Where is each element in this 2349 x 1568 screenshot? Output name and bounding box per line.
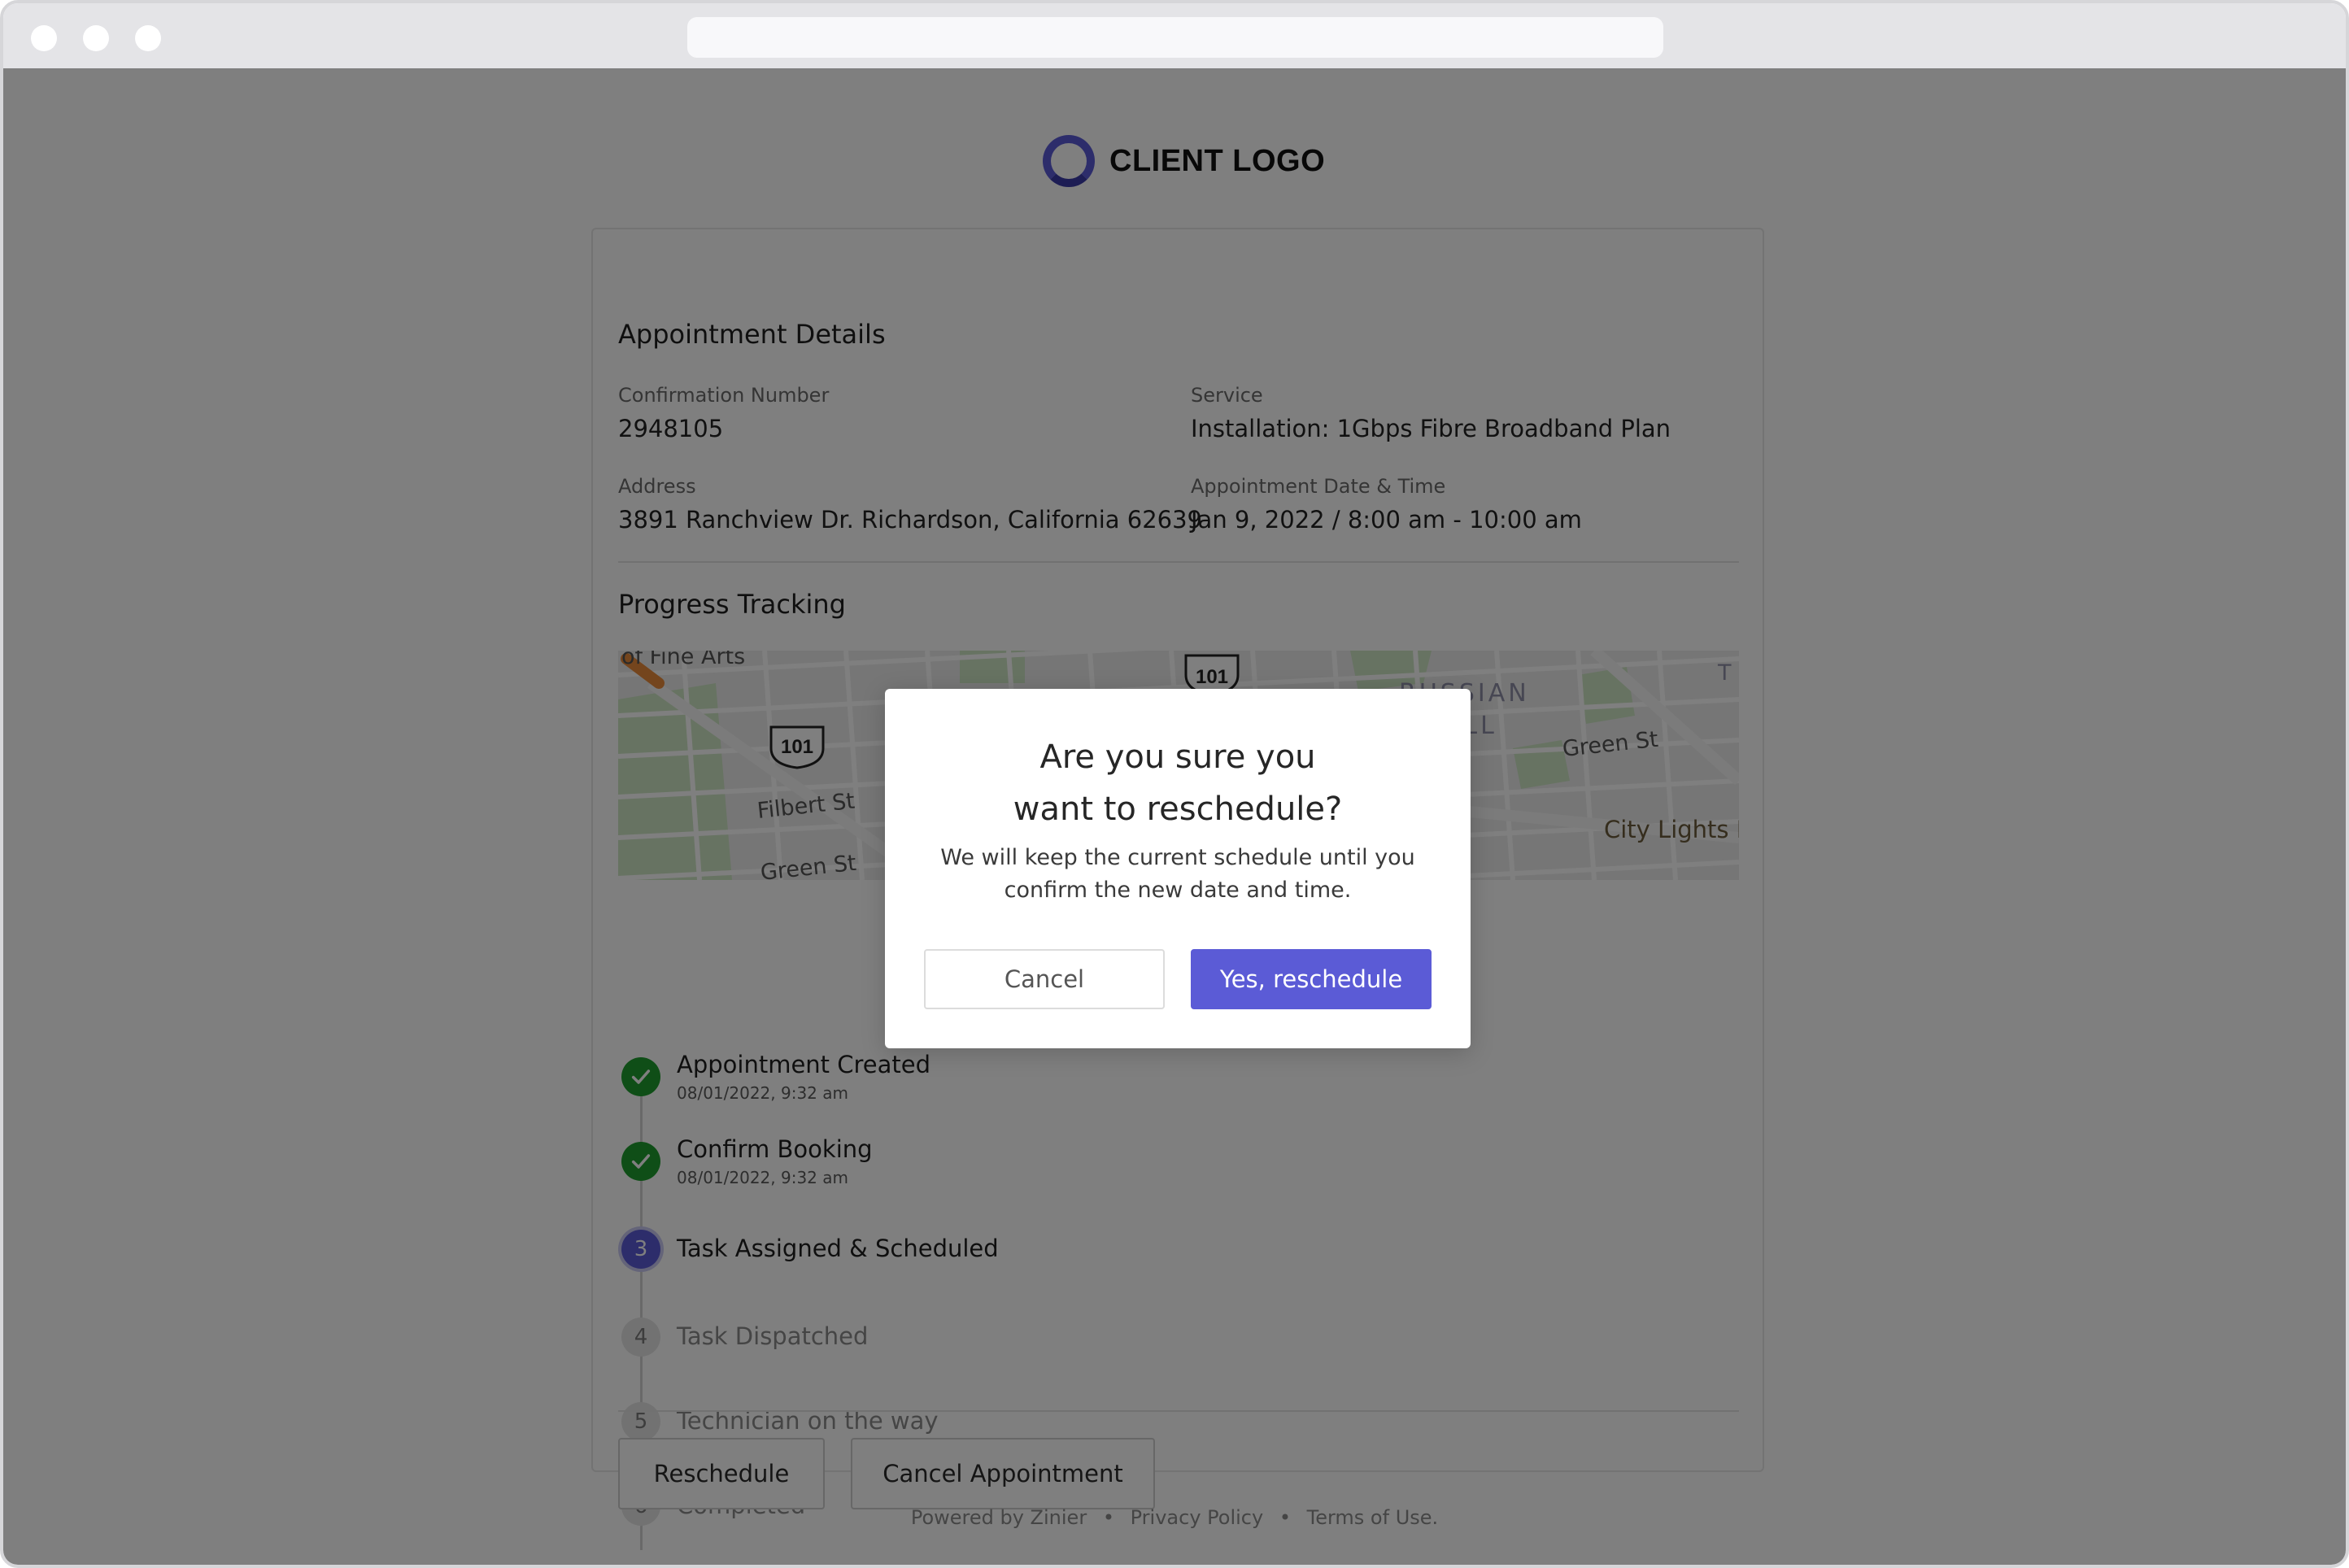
window-close-dot[interactable] [31,25,57,51]
browser-window: CLIENT LOGO Appointment Details Confirma… [0,0,2349,1568]
dialog-title-line-2: want to reschedule? [1013,791,1343,828]
window-maximize-dot[interactable] [135,25,161,51]
address-bar[interactable] [687,17,1663,58]
dialog-title: Are you sure you want to reschedule? [885,731,1471,835]
page-viewport: CLIENT LOGO Appointment Details Confirma… [3,68,2346,1565]
dialog-confirm-button[interactable]: Yes, reschedule [1191,949,1432,1009]
window-minimize-dot[interactable] [83,25,109,51]
reschedule-confirm-dialog: Are you sure you want to reschedule? We … [885,689,1471,1048]
dialog-title-line-1: Are you sure you [1039,738,1316,776]
dialog-cancel-button[interactable]: Cancel [924,949,1165,1009]
dialog-message: We will keep the current schedule until … [940,845,1415,903]
browser-titlebar [3,3,2346,68]
